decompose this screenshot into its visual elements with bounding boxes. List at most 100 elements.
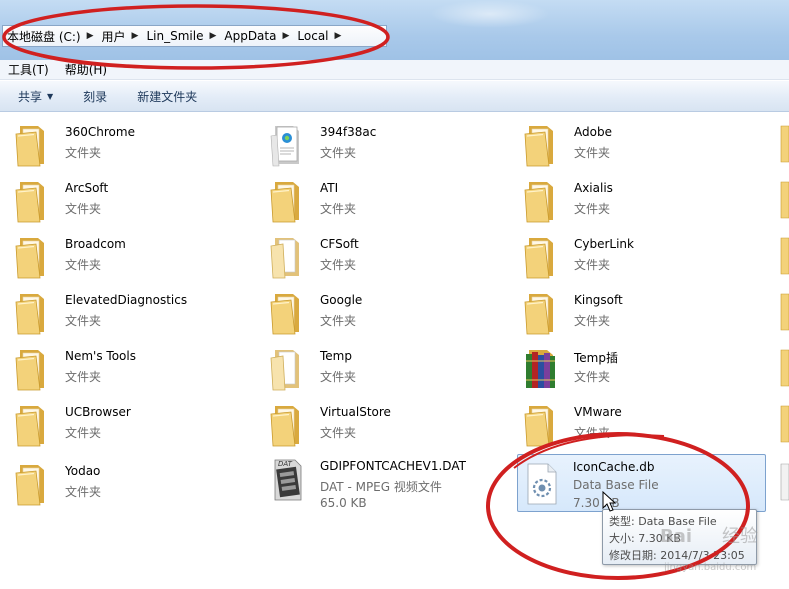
file-name: 394f38ac — [320, 125, 377, 139]
mouse-cursor-icon — [602, 491, 617, 512]
file-type: 文件夹 — [65, 426, 102, 440]
file-item[interactable]: CFSoft 文件夹 — [255, 230, 495, 284]
file-item[interactable]: Yodao 文件夹 — [0, 457, 240, 511]
file-item[interactable]: Kingsoft 文件夹 — [509, 286, 749, 340]
share-button[interactable]: 共享 ▼ — [18, 88, 53, 105]
file-name: ATI — [320, 181, 339, 195]
file-type: 文件夹 — [320, 370, 357, 384]
file-item[interactable]: ArcSoft 文件夹 — [0, 174, 240, 228]
menu-bar: 工具(T) 帮助(H) — [0, 60, 789, 80]
file-type: 文件夹 — [574, 426, 611, 440]
file-item[interactable]: 360Chrome 文件夹 — [0, 118, 240, 172]
file-item[interactable]: VirtualStore 文件夹 — [255, 398, 495, 452]
file-item-selected[interactable]: IconCache.db Data Base File 7.30 KB — [517, 454, 766, 512]
file-item[interactable]: DAT GDIPFONTCACHEV1.DAT DAT - MPEG 视频文件 … — [255, 452, 495, 510]
partial-folder-icon — [779, 124, 789, 164]
folder-open-icon — [269, 234, 305, 280]
breadcrumb-item-local[interactable]: Local ▶ — [297, 29, 349, 43]
titlebar-glow — [430, 0, 550, 28]
file-item[interactable]: Adobe 文件夹 — [509, 118, 749, 172]
menu-item-tools[interactable]: 工具(T) — [0, 61, 57, 78]
menu-item-help[interactable]: 帮助(H) — [57, 61, 115, 78]
folder-icon — [14, 234, 50, 280]
file-type: 文件夹 — [65, 485, 102, 499]
command-bar: 共享 ▼ 刻录 新建文件夹 — [0, 81, 789, 112]
folder-icon — [14, 346, 50, 392]
folder-icon — [523, 178, 559, 224]
file-name: Google — [320, 293, 363, 307]
share-button-label: 共享 — [18, 89, 43, 104]
file-type: 文件夹 — [574, 202, 611, 216]
file-type: 文件夹 — [320, 426, 357, 440]
chevron-right-icon[interactable]: ▶ — [87, 31, 94, 41]
file-item[interactable]: VMware 文件夹 — [509, 398, 749, 452]
breadcrumb-item-users[interactable]: 用户 ▶ — [102, 28, 147, 45]
file-type: 文件夹 — [320, 146, 357, 160]
file-name: ArcSoft — [65, 181, 109, 195]
file-item[interactable]: Axialis 文件夹 — [509, 174, 749, 228]
file-name: Axialis — [574, 181, 613, 195]
file-item[interactable]: Google 文件夹 — [255, 286, 495, 340]
svg-text:DAT: DAT — [278, 460, 293, 468]
file-name: IconCache.db — [573, 460, 655, 474]
file-item[interactable]: Nem's Tools 文件夹 — [0, 342, 240, 396]
file-name: CFSoft — [320, 237, 359, 251]
database-file-icon — [524, 460, 560, 506]
folder-icon — [523, 402, 559, 448]
new-folder-button[interactable]: 新建文件夹 — [137, 88, 197, 105]
folder-icon — [14, 178, 50, 224]
file-name: CyberLink — [574, 237, 634, 251]
file-name: Yodao — [65, 464, 101, 478]
burn-button[interactable]: 刻录 — [83, 88, 107, 105]
partial-folder-icon — [779, 404, 789, 444]
chevron-right-icon[interactable]: ▶ — [209, 31, 216, 41]
chevron-right-icon[interactable]: ▶ — [282, 31, 289, 41]
chevron-right-icon[interactable]: ▶ — [132, 31, 139, 41]
file-item[interactable]: ElevatedDiagnostics 文件夹 — [0, 286, 240, 340]
file-name: UCBrowser — [65, 405, 131, 419]
address-bar[interactable]: 本地磁盘 (C:) ▶ 用户 ▶ Lin_Smile ▶ AppData ▶ Local… — [2, 25, 387, 47]
dropdown-arrow-icon: ▼ — [47, 91, 54, 101]
folder-icon — [269, 178, 305, 224]
file-type: 文件夹 — [320, 314, 357, 328]
folder-icon — [269, 290, 305, 336]
breadcrumb-item-user[interactable]: Lin_Smile ▶ — [146, 29, 224, 43]
folder-icon — [14, 461, 50, 507]
partial-folder-icon — [779, 180, 789, 220]
file-item[interactable]: 394f38ac 文件夹 — [255, 118, 495, 172]
file-name: Adobe — [574, 125, 612, 139]
breadcrumb-item-appdata[interactable]: AppData ▶ — [224, 29, 297, 43]
file-item[interactable]: Temp插 文件夹 — [509, 342, 749, 396]
file-name: GDIPFONTCACHEV1.DAT — [320, 459, 466, 473]
file-type: Data Base File — [573, 478, 659, 492]
folder-icon — [269, 402, 305, 448]
file-item[interactable]: Broadcom 文件夹 — [0, 230, 240, 284]
partial-file-icon — [779, 462, 789, 502]
file-item[interactable]: CyberLink 文件夹 — [509, 230, 749, 284]
file-type: 文件夹 — [65, 370, 102, 384]
file-name: Broadcom — [65, 237, 126, 251]
dat-file-icon: DAT — [269, 456, 305, 502]
file-type: 文件夹 — [65, 258, 102, 272]
file-type: 文件夹 — [320, 258, 357, 272]
file-item[interactable]: ATI 文件夹 — [255, 174, 495, 228]
file-name: Kingsoft — [574, 293, 623, 307]
file-type: 文件夹 — [574, 314, 611, 328]
breadcrumb-item-drive[interactable]: 本地磁盘 (C:) ▶ — [7, 28, 102, 45]
file-name: VirtualStore — [320, 405, 391, 419]
file-type: 文件夹 — [574, 258, 611, 272]
chevron-right-icon[interactable]: ▶ — [335, 31, 342, 41]
file-name: Temp — [320, 349, 352, 363]
partial-folder-icon — [779, 236, 789, 276]
folder-icon — [14, 402, 50, 448]
folder-document-icon — [269, 122, 305, 168]
file-name: VMware — [574, 405, 622, 419]
file-item[interactable]: Temp 文件夹 — [255, 342, 495, 396]
file-type: DAT - MPEG 视频文件 — [320, 480, 442, 494]
file-type: 文件夹 — [65, 146, 102, 160]
folder-icon — [523, 234, 559, 280]
folder-icon — [14, 122, 50, 168]
file-name: Nem's Tools — [65, 349, 136, 363]
file-item[interactable]: UCBrowser 文件夹 — [0, 398, 240, 452]
file-name: ElevatedDiagnostics — [65, 293, 188, 307]
